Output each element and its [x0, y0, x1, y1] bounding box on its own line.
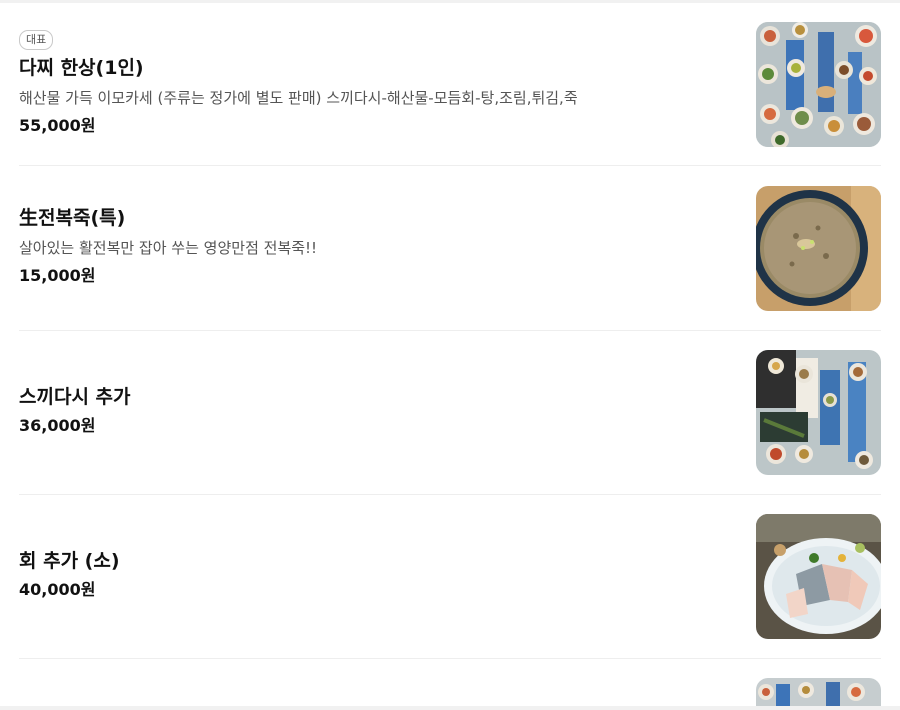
representative-badge: 대표 — [19, 30, 54, 50]
side-dishes-image — [756, 350, 881, 475]
menu-item-price: 40,000원 — [19, 580, 96, 599]
seafood-spread-photo[interactable] — [756, 22, 881, 147]
menu-item-dazzi-hansang[interactable]: 대표 다찌 한상(1인) 해산물 가득 이모카세 (주류는 정가에 별도 판매)… — [19, 22, 881, 147]
menu-item-sashimi-addon-small[interactable]: 회 추가 (소) 40,000원 — [19, 514, 881, 639]
menu-item-name: 다찌 한상(1인) — [19, 57, 144, 79]
menu-list: 대표 다찌 한상(1인) 해산물 가득 이모카세 (주류는 정가에 별도 판매)… — [0, 0, 900, 710]
menu-item-side-dishes-addon[interactable]: 스끼다시 추가 36,000원 — [19, 350, 881, 475]
menu-item-description: 해산물 가득 이모카세 (주류는 정가에 별도 판매) 스끼다시-해산물-모듬회… — [19, 89, 578, 107]
menu-item-name: 스끼다시 추가 — [19, 386, 131, 408]
next-item-photo[interactable] — [756, 678, 881, 706]
menu-item-name: 회 추가 (소) — [19, 550, 120, 572]
sashimi-platter-image — [756, 514, 881, 639]
menu-item-description: 살아있는 활전복만 잡아 쑤는 영양만점 전복죽!! — [19, 239, 318, 257]
menu-item-name: 生전복죽(특) — [19, 207, 126, 229]
menu-item-price: 15,000원 — [19, 266, 96, 285]
seafood-spread-image — [756, 22, 881, 147]
menu-item-price: 36,000원 — [19, 416, 96, 435]
divider — [19, 658, 881, 659]
abalone-porridge-image — [756, 186, 881, 311]
sashimi-platter-photo[interactable] — [756, 514, 881, 639]
menu-item-price: 55,000원 — [19, 116, 96, 135]
menu-item-abalone-porridge[interactable]: 生전복죽(특) 살아있는 활전복만 잡아 쑤는 영양만점 전복죽!! 15,00… — [19, 186, 881, 311]
side-dishes-photo[interactable] — [756, 350, 881, 475]
divider — [19, 330, 881, 331]
divider — [19, 165, 881, 166]
bottom-border — [0, 706, 900, 710]
divider — [19, 494, 881, 495]
abalone-porridge-photo[interactable] — [756, 186, 881, 311]
next-item-image — [756, 678, 881, 706]
